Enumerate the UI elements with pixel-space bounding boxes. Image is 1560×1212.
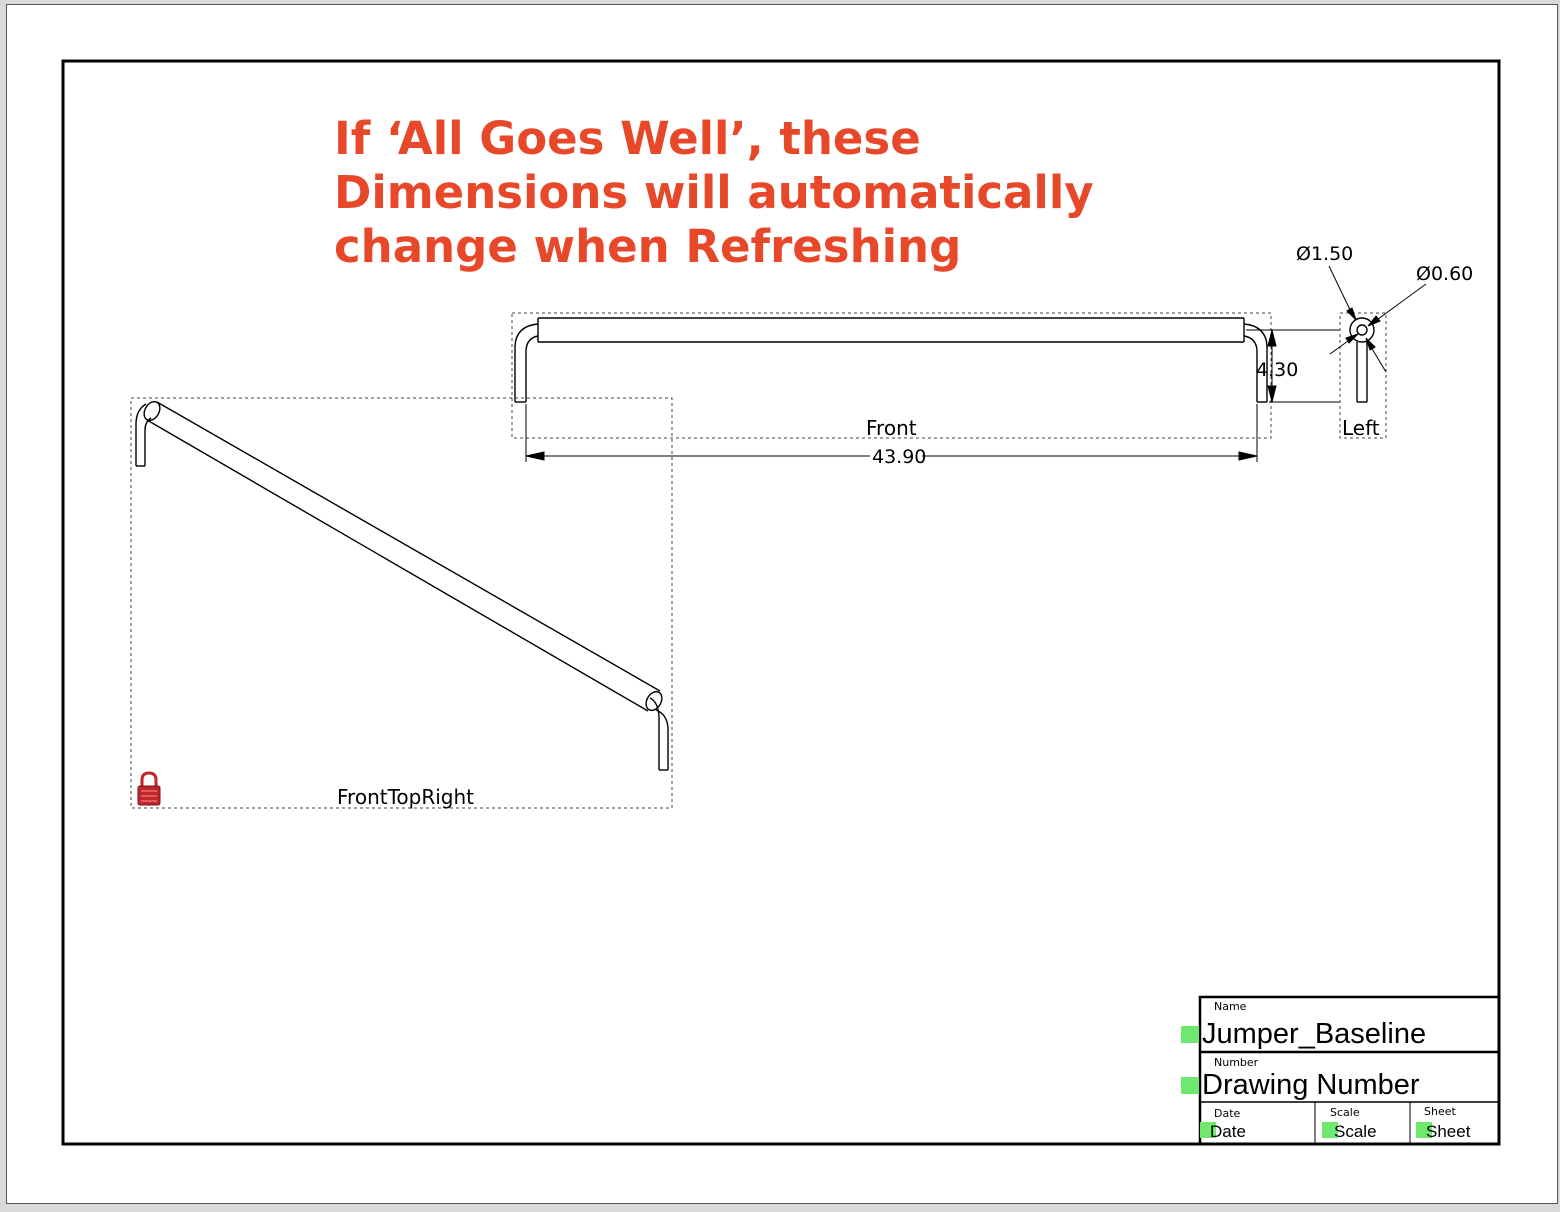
name-caption: Name	[1214, 1000, 1247, 1013]
name-edit-marker[interactable]	[1181, 1026, 1199, 1043]
number-caption: Number	[1214, 1056, 1259, 1069]
lock-icon[interactable]	[137, 771, 161, 806]
height-dimension-value: 4.30	[1256, 359, 1298, 381]
number-edit-marker[interactable]	[1181, 1077, 1199, 1094]
name-value[interactable]: Jumper_Baseline	[1202, 1018, 1426, 1050]
left-view-label: Left	[1342, 416, 1380, 440]
iso-view-label: FrontTopRight	[337, 785, 474, 809]
scale-value[interactable]: Scale	[1334, 1122, 1377, 1141]
front-view-label: Front	[866, 416, 917, 440]
date-caption: Date	[1214, 1107, 1241, 1120]
annotation-line-2: Dimensions will automatically	[334, 166, 1094, 219]
inner-diameter-value: Ø0.60	[1416, 263, 1473, 285]
inner-diameter-leader[interactable]	[1329, 283, 1427, 355]
iso-view-frame	[130, 397, 673, 809]
length-dimension-value: 43.90	[872, 446, 926, 468]
annotation-line-1: If ‘All Goes Well’, these	[334, 112, 921, 165]
sheet-value[interactable]: Sheet	[1426, 1122, 1471, 1141]
annotation-line-3: change when Refreshing	[334, 220, 962, 273]
date-value[interactable]: Date	[1210, 1122, 1246, 1141]
outer-diameter-value: Ø1.50	[1296, 243, 1353, 265]
sheet-caption: Sheet	[1424, 1105, 1456, 1118]
refresh-annotation: If ‘All Goes Well’, these Dimensions wil…	[334, 112, 1154, 274]
iso-view[interactable]	[130, 397, 673, 809]
number-value[interactable]: Drawing Number	[1202, 1069, 1420, 1101]
scale-caption: Scale	[1330, 1106, 1360, 1119]
